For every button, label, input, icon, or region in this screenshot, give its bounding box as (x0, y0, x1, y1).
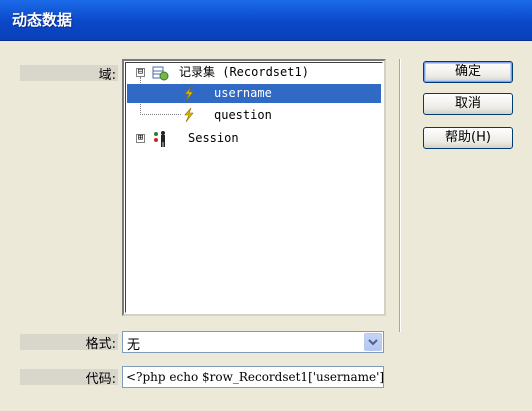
cancel-button[interactable]: 取消 (423, 93, 513, 115)
data-source-tree[interactable]: ⊟ 记录集 (Recordset1) username question ⊞ S… (122, 59, 386, 316)
tree-item-recordset[interactable]: 记录集 (Recordset1) (179, 62, 309, 82)
recordset-collapse-icon[interactable]: ⊟ (136, 68, 145, 77)
title-bar[interactable]: 动态数据 (0, 0, 532, 41)
format-label: 格式: (85, 337, 116, 352)
tree-item-username[interactable]: username (214, 83, 272, 103)
session-user-icon (154, 131, 165, 147)
ok-button[interactable]: 确定 (423, 61, 513, 83)
format-select-value: 无 (127, 338, 141, 353)
window-title: 动态数据 (12, 11, 73, 29)
format-select[interactable]: 无 (122, 331, 384, 353)
code-field[interactable]: <?php echo $row_Recordset1['username']; … (122, 366, 384, 388)
help-button[interactable]: 帮助(H) (423, 127, 513, 149)
chevron-down-icon[interactable] (364, 333, 382, 351)
domain-label: 域: (98, 68, 116, 83)
field-bolt-icon (184, 107, 194, 123)
tree-item-question[interactable]: question (214, 105, 272, 125)
code-field-value: <?php echo $row_Recordset1['username']; … (126, 370, 384, 384)
field-bolt-icon (184, 86, 194, 102)
vertical-separator (399, 59, 401, 332)
session-expander-glyph: ⊞ (137, 133, 144, 143)
recordset-expander-glyph: ⊟ (137, 67, 144, 77)
tree-item-session[interactable]: Session (188, 128, 239, 148)
code-label: 代码: (85, 372, 116, 387)
session-expand-icon[interactable]: ⊞ (136, 134, 145, 143)
